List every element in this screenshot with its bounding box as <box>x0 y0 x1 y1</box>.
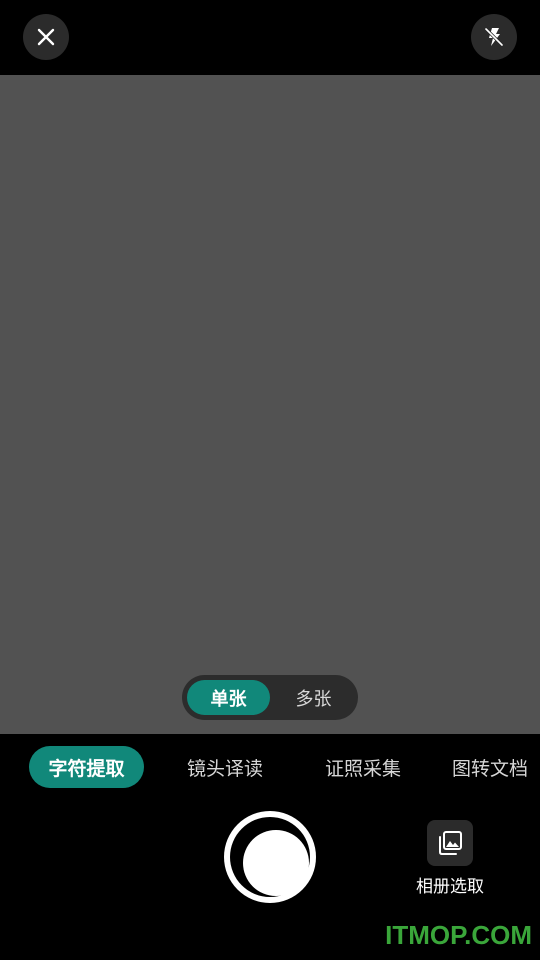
close-icon <box>37 28 55 46</box>
tab-lens-translate[interactable]: 镜头译读 <box>176 746 274 788</box>
shutter-core <box>243 830 309 896</box>
tab-id-capture[interactable]: 证照采集 <box>314 746 412 788</box>
flash-off-icon <box>484 27 504 47</box>
top-bar <box>0 0 540 74</box>
album-icon-box <box>427 820 473 866</box>
capture-mode-toggle: 单张 多张 <box>182 675 358 720</box>
single-mode-option[interactable]: 单张 <box>187 680 270 715</box>
feature-tabs: 字符提取 镜头译读 证照采集 图转文档 <box>0 742 540 792</box>
album-select-button[interactable]: 相册选取 <box>410 820 490 900</box>
shutter-ring <box>230 817 310 897</box>
multi-mode-option[interactable]: 多张 <box>272 680 355 715</box>
watermark: ITMOP.COM <box>385 920 532 950</box>
camera-screen: 单张 多张 字符提取 镜头译读 证照采集 图转文档 相册选取 ITMOP.COM <box>0 0 540 960</box>
album-select-label: 相册选取 <box>416 877 484 897</box>
gallery-icon <box>439 831 462 855</box>
tab-text-extraction[interactable]: 字符提取 <box>29 746 144 788</box>
flash-toggle-button[interactable] <box>471 14 517 60</box>
close-button[interactable] <box>23 14 69 60</box>
camera-viewfinder[interactable] <box>0 75 540 734</box>
tab-image-to-document[interactable]: 图转文档 <box>452 746 540 788</box>
shutter-button[interactable] <box>224 811 316 903</box>
